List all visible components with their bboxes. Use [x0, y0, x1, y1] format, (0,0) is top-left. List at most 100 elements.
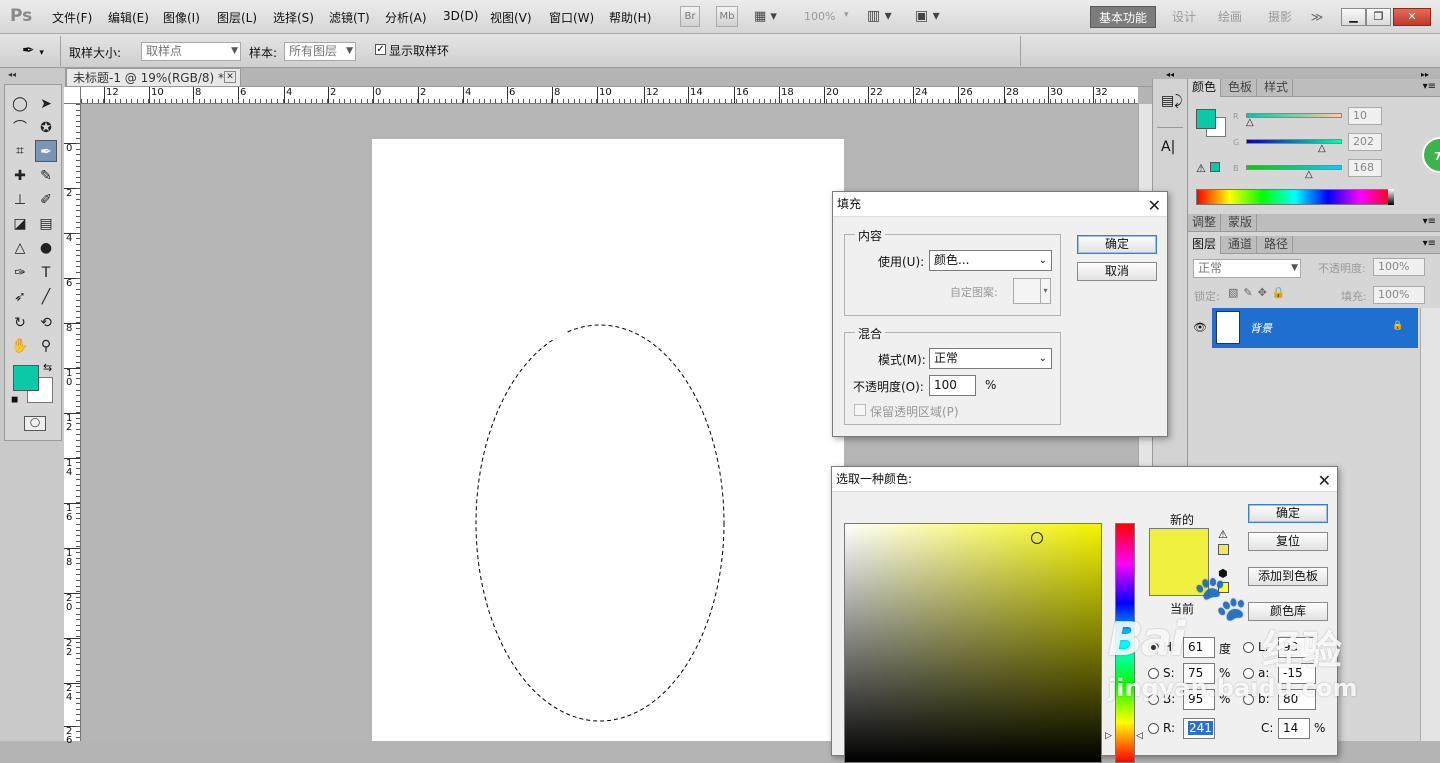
lasso-tool-icon[interactable]: ⌒ [9, 117, 31, 139]
workspace-photography[interactable]: 摄影 [1262, 6, 1298, 28]
path-selection-tool-icon[interactable]: ➶ [9, 286, 31, 308]
color-fg-swatch[interactable] [1196, 109, 1216, 129]
history-panel-icon[interactable]: ▤⤸ [1161, 93, 1183, 109]
zoom-level[interactable]: 100% [804, 10, 835, 23]
use-select[interactable]: 颜色... ⌄ [929, 250, 1052, 271]
mode-select[interactable]: 正常 ⌄ [929, 348, 1052, 369]
tab-layers[interactable]: 图层 [1188, 236, 1222, 254]
eyedropper-tool-icon[interactable]: ✒ [35, 140, 57, 162]
menu-select[interactable]: 选择(S) [273, 9, 314, 26]
menu-image[interactable]: 图像(I) [163, 9, 200, 26]
menu-layer[interactable]: 图层(L) [217, 9, 257, 26]
gamut-swatch[interactable] [1210, 162, 1220, 172]
workspace-more[interactable]: ≫ [1306, 6, 1328, 28]
workspace-painting[interactable]: 绘画 [1212, 6, 1248, 28]
view-extras-icon[interactable]: ▦ ▾ [754, 9, 777, 24]
collapse-arrows-icon[interactable]: ◂◂ [1166, 70, 1174, 79]
r-slider-thumb[interactable]: △ [1246, 117, 1254, 128]
move-tool-icon[interactable]: ➤ [35, 93, 57, 115]
add-to-swatches-button[interactable]: 添加到色板 [1248, 567, 1328, 586]
gamut-warning-icon[interactable]: ⚠ [1218, 528, 1228, 541]
3d-orbit-tool-icon[interactable]: ⟲ [35, 312, 57, 334]
eye-icon[interactable]: 👁 [1188, 308, 1212, 348]
preserve-transparency-checkbox[interactable] [854, 404, 866, 416]
gradient-tool-icon[interactable]: ▤ [35, 213, 57, 235]
layer-row-background[interactable]: 👁 背景 🔒 [1188, 308, 1418, 348]
arrange-documents-icon[interactable]: ▥ ▾ [867, 8, 892, 24]
layer-opacity-value[interactable]: 100% [1373, 258, 1425, 276]
b-value[interactable]: 168 [1348, 159, 1382, 177]
healing-brush-tool-icon[interactable]: ✚ [9, 165, 31, 187]
r-input[interactable]: 241 [1183, 718, 1215, 739]
quick-mask-icon[interactable]: ◯ [24, 416, 46, 431]
close-icon[interactable]: ✕ [1393, 8, 1431, 26]
hand-tool-icon[interactable]: ✋ [9, 335, 31, 357]
crop-tool-icon[interactable]: ⌗ [9, 140, 31, 162]
tab-styles[interactable]: 样式 [1260, 79, 1294, 97]
r-slider[interactable] [1246, 113, 1342, 118]
menu-file[interactable]: 文件(F) [52, 9, 92, 26]
layers-scrollbar[interactable] [1420, 308, 1440, 741]
tab-masks[interactable]: 蒙版 [1224, 214, 1258, 232]
hue-slider-thumb-right[interactable]: ◁ [1136, 731, 1143, 741]
g-slider[interactable] [1246, 139, 1342, 144]
panel-menu-icon[interactable]: ▾≡ [1423, 216, 1436, 227]
h-input[interactable]: 61 [1183, 637, 1215, 658]
swap-colors-icon[interactable]: ⇆ [43, 361, 52, 374]
r-radio[interactable] [1148, 723, 1159, 734]
zoom-tool-icon[interactable]: ⚲ [35, 335, 57, 357]
menu-3d[interactable]: 3D(D) [443, 9, 478, 23]
mini-bridge-button[interactable]: Mb [716, 6, 738, 27]
line-tool-icon[interactable]: ╱ [35, 286, 57, 308]
b-slider[interactable] [1246, 165, 1342, 170]
gamut-warning-icon[interactable]: ⚠ [1196, 162, 1206, 175]
fill-cancel-button[interactable]: 取消 [1077, 262, 1157, 281]
gamut-swatch[interactable] [1218, 544, 1229, 555]
menu-edit[interactable]: 编辑(E) [108, 9, 149, 26]
tab-paths[interactable]: 路径 [1260, 236, 1294, 254]
fill-value[interactable]: 100% [1373, 286, 1425, 304]
brush-tool-icon[interactable]: ✎ [35, 165, 57, 187]
blur-tool-icon[interactable]: △ [9, 237, 31, 259]
g-value[interactable]: 202 [1348, 133, 1382, 151]
spectrum-bw-ramp[interactable] [1388, 189, 1394, 205]
hue-slider-thumb[interactable]: ▷ [1105, 731, 1112, 741]
eraser-tool-icon[interactable]: ◪ [9, 213, 31, 235]
ruler-origin[interactable] [64, 87, 81, 104]
dodge-tool-icon[interactable]: ● [35, 237, 57, 259]
marquee-tool-icon[interactable]: ◯ [9, 93, 31, 115]
menu-view[interactable]: 视图(V) [490, 9, 532, 26]
custom-pattern-picker[interactable]: ▾ [1013, 278, 1051, 304]
quick-selection-tool-icon[interactable]: ✪ [35, 117, 57, 139]
character-panel-icon[interactable]: A| [1161, 139, 1175, 155]
menu-window[interactable]: 窗口(W) [549, 9, 594, 26]
menu-analysis[interactable]: 分析(A) [385, 9, 427, 26]
blend-mode-select[interactable]: 正常 ▼ [1193, 259, 1301, 278]
expand-arrows-icon[interactable]: ▸▸ [1421, 70, 1429, 79]
pen-tool-icon[interactable]: ✑ [9, 262, 31, 284]
picker-reset-button[interactable]: 复位 [1248, 532, 1328, 551]
clone-stamp-tool-icon[interactable]: ⊥ [9, 189, 31, 211]
close-icon[interactable]: ✕ [1148, 194, 1161, 218]
c-input[interactable]: 14 [1278, 718, 1310, 739]
panel-menu-icon[interactable]: ▾≡ [1423, 238, 1436, 249]
tab-color[interactable]: 颜色 [1188, 79, 1222, 97]
default-colors-icon[interactable]: ◼ [11, 395, 18, 405]
sample-size-select[interactable]: 取样点 ▼ [141, 42, 241, 61]
color-field-cursor[interactable] [1031, 532, 1043, 544]
zoom-dropdown-icon[interactable]: ▾ [844, 10, 849, 20]
picker-ok-button[interactable]: 确定 [1248, 504, 1328, 523]
document-tab[interactable]: 未标题-1 @ 19%(RGB/8) * ✕ [66, 68, 241, 87]
foreground-color-swatch[interactable] [13, 365, 39, 391]
3d-rotate-tool-icon[interactable]: ↻ [9, 312, 31, 334]
b-slider-thumb[interactable]: △ [1305, 169, 1313, 180]
sample-select[interactable]: 所有图层 ▼ [284, 42, 356, 61]
tab-swatches[interactable]: 色板 [1224, 79, 1258, 97]
saturation-brightness-field[interactable] [844, 523, 1102, 763]
tab-channels[interactable]: 通道 [1224, 236, 1258, 254]
workspace-design[interactable]: 设计 [1166, 6, 1202, 28]
close-icon[interactable]: ✕ [1318, 469, 1331, 493]
screen-mode-icon[interactable]: ▣ ▾ [915, 8, 940, 24]
eyedropper-tool-preset-icon[interactable]: ✒ ▾ [22, 41, 44, 59]
menu-help[interactable]: 帮助(H) [609, 9, 651, 26]
